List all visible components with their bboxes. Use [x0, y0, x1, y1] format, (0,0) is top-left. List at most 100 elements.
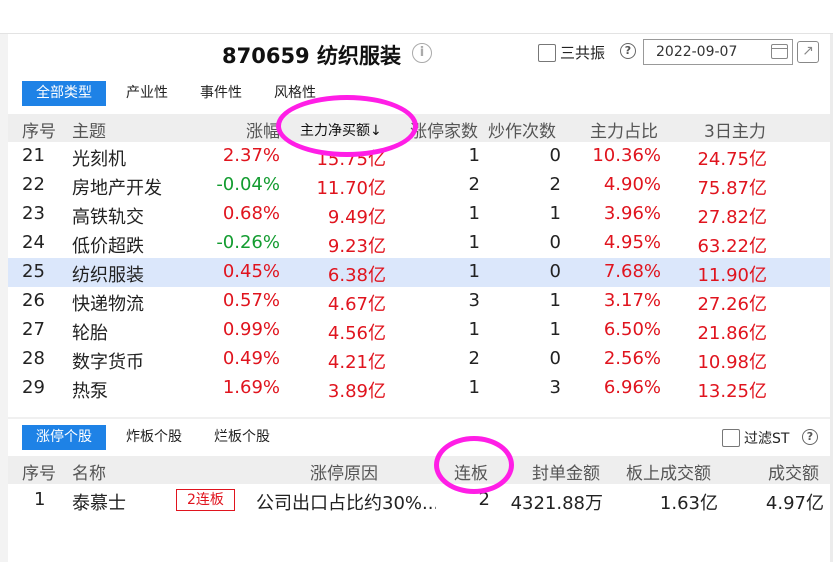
stock-table-header: 序号 名称 涨停原因 连板 封单金额 板上成交额 成交额 [8, 456, 830, 484]
col-no[interactable]: 序号 [22, 117, 56, 142]
filter-st-label: 过滤ST [744, 431, 790, 447]
row-net-buy: 6.38亿 [327, 265, 386, 286]
theme-table-body: 21 光刻机 2.37% 15.75亿 1 0 10.36% 24.75亿 22 房地产开发 -0.… [8, 142, 830, 403]
col-reason[interactable]: 涨停原因 [310, 459, 378, 484]
left-scroll-edge [0, 34, 8, 562]
row-limit-up: 3 [468, 290, 480, 311]
table-row[interactable]: 29 热泵 1.69% 3.89亿 1 3 6.96% 13.25亿 [8, 374, 830, 403]
row-three-day: 10.98亿 [697, 352, 767, 373]
row-net-buy: 4.67亿 [327, 294, 386, 315]
row-limit-up: 2 [468, 348, 480, 369]
row-reason: 公司出口占比约30%... [256, 493, 436, 514]
tab-style[interactable]: 风格性 [262, 81, 328, 106]
row-hype: 2 [549, 174, 561, 195]
row-net-buy: 9.49亿 [327, 207, 386, 228]
resonance-checkbox[interactable] [538, 43, 556, 62]
share-icon[interactable]: ↗ [797, 41, 819, 63]
row-limit-up: 1 [468, 203, 480, 224]
row-net-buy: 9.23亿 [327, 236, 386, 257]
table-row[interactable]: 24 低价超跌 -0.26% 9.23亿 1 0 4.95% 63.22亿 [8, 229, 830, 258]
row-theme[interactable]: 高铁轨交 [72, 203, 144, 229]
row-three-day: 27.82亿 [697, 207, 767, 228]
calendar-icon[interactable] [771, 44, 788, 59]
row-no: 27 [22, 319, 45, 340]
row-three-day: 11.90亿 [697, 265, 767, 286]
col-three-day[interactable]: 3日主力 [704, 117, 766, 142]
row-name[interactable]: 泰慕士 [72, 489, 126, 515]
row-ratio: 2.56% [603, 348, 661, 369]
row-net-buy: 11.70亿 [316, 178, 386, 199]
row-change: -0.04% [216, 174, 280, 195]
row-change: 0.68% [222, 203, 280, 224]
table-row[interactable]: 28 数字货币 0.49% 4.21亿 2 0 2.56% 10.98亿 [8, 345, 830, 374]
row-theme[interactable]: 房地产开发 [72, 174, 162, 200]
tab-limit-up-stocks[interactable]: 涨停个股 [22, 425, 106, 450]
table-row[interactable]: 26 快递物流 0.57% 4.67亿 3 1 3.17% 27.26亿 [8, 287, 830, 316]
tab-all-types[interactable]: 全部类型 [22, 81, 106, 106]
col-name[interactable]: 名称 [72, 459, 106, 484]
row-hype: 0 [549, 261, 561, 282]
row-ratio: 6.96% [603, 377, 661, 398]
help-icon[interactable]: ? [802, 429, 818, 445]
row-three-day: 24.75亿 [697, 149, 767, 170]
row-net-buy: 3.89亿 [327, 381, 386, 402]
row-turnover: 4.97亿 [765, 493, 824, 514]
row-ratio: 3.17% [603, 290, 661, 311]
row-limit-up: 1 [468, 261, 480, 282]
resonance-toggle[interactable]: 三共振 [538, 42, 605, 63]
row-seal-amount: 4321.88万 [510, 493, 603, 514]
row-limit-up: 1 [468, 377, 480, 398]
filter-st-checkbox[interactable] [722, 429, 740, 447]
help-icon[interactable]: ? [620, 43, 636, 59]
tab-event[interactable]: 事件性 [188, 81, 254, 106]
row-theme[interactable]: 光刻机 [72, 145, 126, 171]
filter-st-toggle[interactable]: 过滤ST [722, 428, 789, 448]
info-icon[interactable]: i [412, 43, 432, 63]
row-theme[interactable]: 纺织服装 [72, 261, 144, 287]
row-no: 22 [22, 174, 45, 195]
row-hype: 1 [549, 203, 561, 224]
row-change: -0.26% [216, 232, 280, 253]
col-no[interactable]: 序号 [22, 459, 56, 484]
col-hype[interactable]: 炒作次数 [488, 117, 556, 142]
date-value: 2022-09-07 [656, 44, 738, 60]
row-hype: 1 [549, 290, 561, 311]
table-row[interactable]: 21 光刻机 2.37% 15.75亿 1 0 10.36% 24.75亿 [8, 142, 830, 171]
table-row[interactable]: 27 轮胎 0.99% 4.56亿 1 1 6.50% 21.86亿 [8, 316, 830, 345]
row-no: 26 [22, 290, 45, 311]
col-net-buy[interactable]: 主力净买额↓ [300, 120, 382, 140]
col-turnover[interactable]: 成交额 [768, 459, 819, 484]
col-board-turnover[interactable]: 板上成交额 [626, 459, 711, 484]
row-hype: 0 [549, 145, 561, 166]
row-theme[interactable]: 快递物流 [72, 290, 144, 316]
table-row[interactable]: 23 高铁轨交 0.68% 9.49亿 1 1 3.96% 27.82亿 [8, 200, 830, 229]
table-row[interactable]: 1 泰慕士 2连板 公司出口占比约30%... 2 4321.88万 1.63亿 4.97亿 [8, 484, 830, 516]
col-seal-amount[interactable]: 封单金额 [532, 459, 600, 484]
date-picker[interactable]: 2022-09-07 [643, 39, 793, 65]
col-change[interactable]: 涨幅 [208, 117, 280, 142]
row-net-buy: 4.56亿 [327, 323, 386, 344]
section-divider [8, 417, 830, 419]
col-theme[interactable]: 主题 [72, 117, 106, 142]
col-boards[interactable]: 连板 [454, 459, 488, 484]
top-divider [0, 33, 833, 34]
row-ratio: 4.95% [603, 232, 661, 253]
row-theme[interactable]: 低价超跌 [72, 232, 144, 258]
table-row[interactable]: 25 纺织服装 0.45% 6.38亿 1 0 7.68% 11.90亿 [8, 258, 830, 287]
stock-table-body: 1 泰慕士 2连板 公司出口占比约30%... 2 4321.88万 1.63亿 4.97亿 [8, 484, 830, 516]
row-theme[interactable]: 数字货币 [72, 348, 144, 374]
row-hype: 1 [549, 319, 561, 340]
row-change: 2.37% [222, 145, 280, 166]
table-row[interactable]: 22 房地产开发 -0.04% 11.70亿 2 2 4.90% 75.87亿 [8, 171, 830, 200]
tab-industry[interactable]: 产业性 [114, 81, 180, 106]
row-ratio: 4.90% [603, 174, 661, 195]
row-hype: 3 [549, 377, 561, 398]
row-theme[interactable]: 热泵 [72, 377, 108, 403]
row-hype: 0 [549, 348, 561, 369]
col-ratio[interactable]: 主力占比 [590, 117, 658, 142]
col-limit-up[interactable]: 涨停家数 [410, 117, 478, 142]
row-three-day: 27.26亿 [697, 294, 767, 315]
row-theme[interactable]: 轮胎 [72, 319, 108, 345]
tab-broken-board-stocks[interactable]: 炸板个股 [114, 425, 194, 450]
tab-weak-board-stocks[interactable]: 烂板个股 [202, 425, 282, 450]
